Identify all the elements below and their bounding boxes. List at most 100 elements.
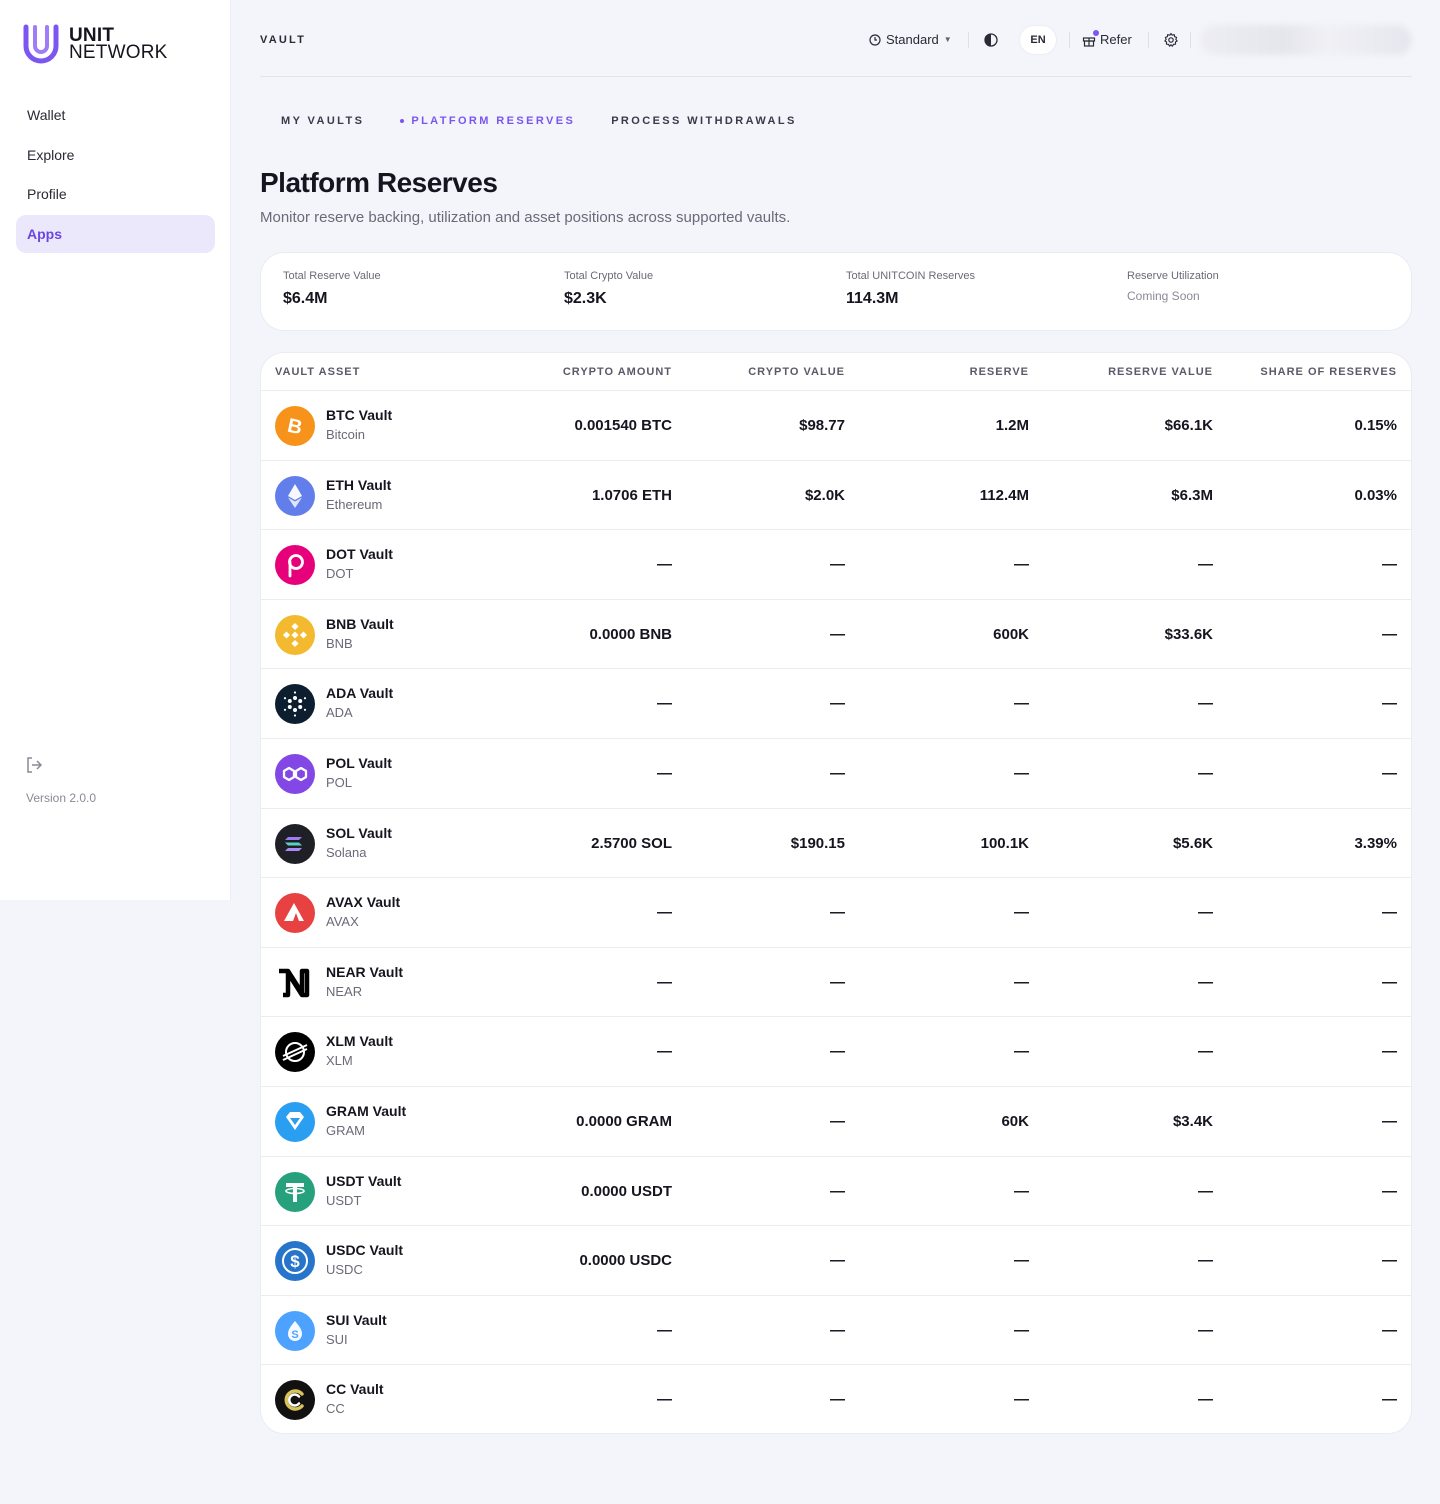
- crypto-amount: —: [657, 764, 672, 782]
- ethereum-icon: [275, 475, 315, 516]
- share-of-reserves: —: [1382, 1391, 1397, 1409]
- sidebar-item-profile[interactable]: Profile: [16, 175, 215, 213]
- crypto-amount: 0.0000 GRAM: [576, 1112, 672, 1130]
- reserve-value: $5.6K: [1172, 834, 1213, 852]
- stat-reserve-utilization: Reserve Utilization Coming Soon: [1127, 270, 1219, 303]
- asset-network: POL: [326, 774, 353, 790]
- reserve-value: —: [1198, 695, 1213, 713]
- reserve-value: $33.6K: [1164, 625, 1213, 643]
- logout-icon[interactable]: [25, 756, 43, 774]
- top-header: VAULT Standard ▼ EN Refer: [260, 0, 1412, 77]
- stat-value: Coming Soon: [1127, 289, 1200, 303]
- bnb-icon: [275, 614, 315, 655]
- asset-network: Bitcoin: [326, 427, 366, 442]
- reserve-amount: 1.2M: [995, 417, 1029, 434]
- asset-name: BTC Vault: [326, 407, 393, 423]
- brand-logo[interactable]: UNIT NETWORK: [23, 24, 168, 64]
- crypto-value: —: [830, 904, 845, 922]
- crypto-amount: —: [657, 973, 672, 991]
- asset-network: USDC: [326, 1262, 363, 1278]
- reserve-value: —: [1198, 1391, 1213, 1409]
- tab-my-vaults[interactable]: MY VAULTS: [281, 115, 364, 127]
- asset-network: Ethereum: [326, 496, 383, 512]
- sidebar-item-apps[interactable]: Apps: [16, 214, 215, 253]
- asset-network: ADA: [326, 705, 353, 721]
- table-row[interactable]: NEAR Vault NEAR — — — — —: [261, 948, 1411, 1018]
- share-of-reserves: —: [1382, 1182, 1397, 1200]
- cardano-icon: [275, 684, 315, 725]
- crypto-value: —: [830, 695, 845, 713]
- crypto-amount: —: [657, 695, 672, 713]
- stat-value: $6.4M: [283, 290, 328, 307]
- asset-name: DOT Vault: [326, 546, 393, 563]
- stat-total-unitcoin-reserves: Total UNITCOIN Reserves 114.3M: [846, 270, 975, 308]
- usdc-icon: $: [275, 1241, 315, 1282]
- table-row[interactable]: AVAX Vault AVAX — — — — —: [261, 878, 1411, 948]
- table-row[interactable]: USDT Vault USDT 0.0000 USDT — — — —: [261, 1157, 1411, 1227]
- asset-network: BNB: [326, 635, 353, 651]
- table-row[interactable]: $ USDC Vault USDC 0.0000 USDC — — — —: [261, 1226, 1411, 1296]
- crypto-amount: —: [657, 556, 672, 574]
- crypto-amount: —: [657, 1391, 672, 1409]
- asset-network: CC: [326, 1401, 345, 1417]
- table-row[interactable]: BNB Vault BNB 0.0000 BNB — 600K $33.6K —: [261, 600, 1411, 670]
- stat-label: Total Reserve Value: [283, 270, 381, 282]
- table-row[interactable]: ETH Vault Ethereum 1.0706 ETH $2.0K 112.4M $6…: [261, 461, 1411, 531]
- tab-process-withdrawals[interactable]: PROCESS WITHDRAWALS: [611, 115, 797, 127]
- asset-network: GRAM: [326, 1122, 365, 1138]
- crypto-amount: —: [657, 904, 672, 922]
- crypto-amount: —: [657, 1321, 672, 1339]
- sui-icon: S: [275, 1310, 315, 1351]
- crypto-value: —: [830, 625, 845, 643]
- reserve-amount: 112.4M: [979, 486, 1029, 504]
- reserve-value: —: [1198, 1252, 1213, 1270]
- avalanche-icon: [275, 893, 315, 934]
- table-row[interactable]: B BTC Vault Bitcoin 0.001540 BTC $98.77 1.2M $…: [261, 391, 1411, 461]
- share-of-reserves: —: [1382, 1321, 1397, 1339]
- sidebar: UNIT NETWORK Wallet Explore Profile Apps…: [0, 0, 231, 900]
- crypto-amount: 0.0000 BNB: [589, 625, 672, 643]
- table-row[interactable]: CC Vault CC — — — — —: [261, 1365, 1411, 1433]
- stat-value: 114.3M: [846, 290, 899, 307]
- asset-network: Solana: [326, 844, 367, 860]
- language-button[interactable]: EN: [1019, 25, 1057, 55]
- asset-network: AVAX: [326, 914, 359, 930]
- crypto-amount: —: [657, 1043, 672, 1061]
- share-of-reserves: —: [1382, 904, 1397, 922]
- mode-label: Standard: [886, 32, 939, 47]
- refer-button[interactable]: Refer: [1082, 29, 1132, 47]
- table-row[interactable]: POL Vault POL — — — — —: [261, 739, 1411, 809]
- column-header: RESERVE VALUE: [1108, 366, 1213, 378]
- table-header: VAULT ASSET CRYPTO AMOUNT CRYPTO VALUE R…: [261, 353, 1411, 391]
- asset-name: SOL Vault: [326, 824, 392, 841]
- share-of-reserves: 3.39%: [1354, 834, 1397, 852]
- reserve-amount: —: [1014, 904, 1029, 922]
- header-divider: [1148, 32, 1149, 48]
- table-row[interactable]: DOT Vault DOT — — — — —: [261, 530, 1411, 600]
- share-of-reserves: —: [1382, 1252, 1397, 1270]
- reserve-amount: —: [1014, 1321, 1029, 1339]
- tab-platform-reserves[interactable]: PLATFORM RESERVES: [400, 115, 575, 127]
- reserve-amount: —: [1014, 1391, 1029, 1409]
- asset-name: GRAM Vault: [326, 1102, 407, 1119]
- column-header: CRYPTO VALUE: [748, 366, 845, 378]
- tether-icon: [275, 1171, 315, 1212]
- table-row[interactable]: GRAM Vault GRAM 0.0000 GRAM — 60K $3.4K —: [261, 1087, 1411, 1157]
- table-row[interactable]: ADA Vault ADA — — — — —: [261, 669, 1411, 739]
- reserve-amount: —: [1014, 764, 1029, 782]
- sidebar-item-explore[interactable]: Explore: [16, 136, 215, 174]
- asset-name: USDC Vault: [326, 1242, 404, 1259]
- sidebar-item-wallet[interactable]: Wallet: [16, 96, 215, 134]
- table-row[interactable]: XLM Vault XLM — — — — —: [261, 1017, 1411, 1087]
- contrast-icon[interactable]: [982, 31, 1000, 49]
- asset-name: SUI Vault: [326, 1311, 387, 1328]
- account-menu[interactable]: [1200, 25, 1412, 55]
- page-section-title: VAULT: [260, 34, 307, 46]
- stat-label: Reserve Utilization: [1127, 270, 1219, 282]
- table-row[interactable]: S SUI Vault SUI — — — — —: [261, 1296, 1411, 1366]
- table-row[interactable]: SOL Vault Solana 2.5700 SOL $190.15 100.1K $5…: [261, 809, 1411, 879]
- mode-selector[interactable]: Standard ▼: [869, 32, 952, 47]
- gear-icon[interactable]: [1163, 32, 1179, 48]
- share-of-reserves: —: [1382, 625, 1397, 643]
- column-header: RESERVE: [969, 366, 1029, 378]
